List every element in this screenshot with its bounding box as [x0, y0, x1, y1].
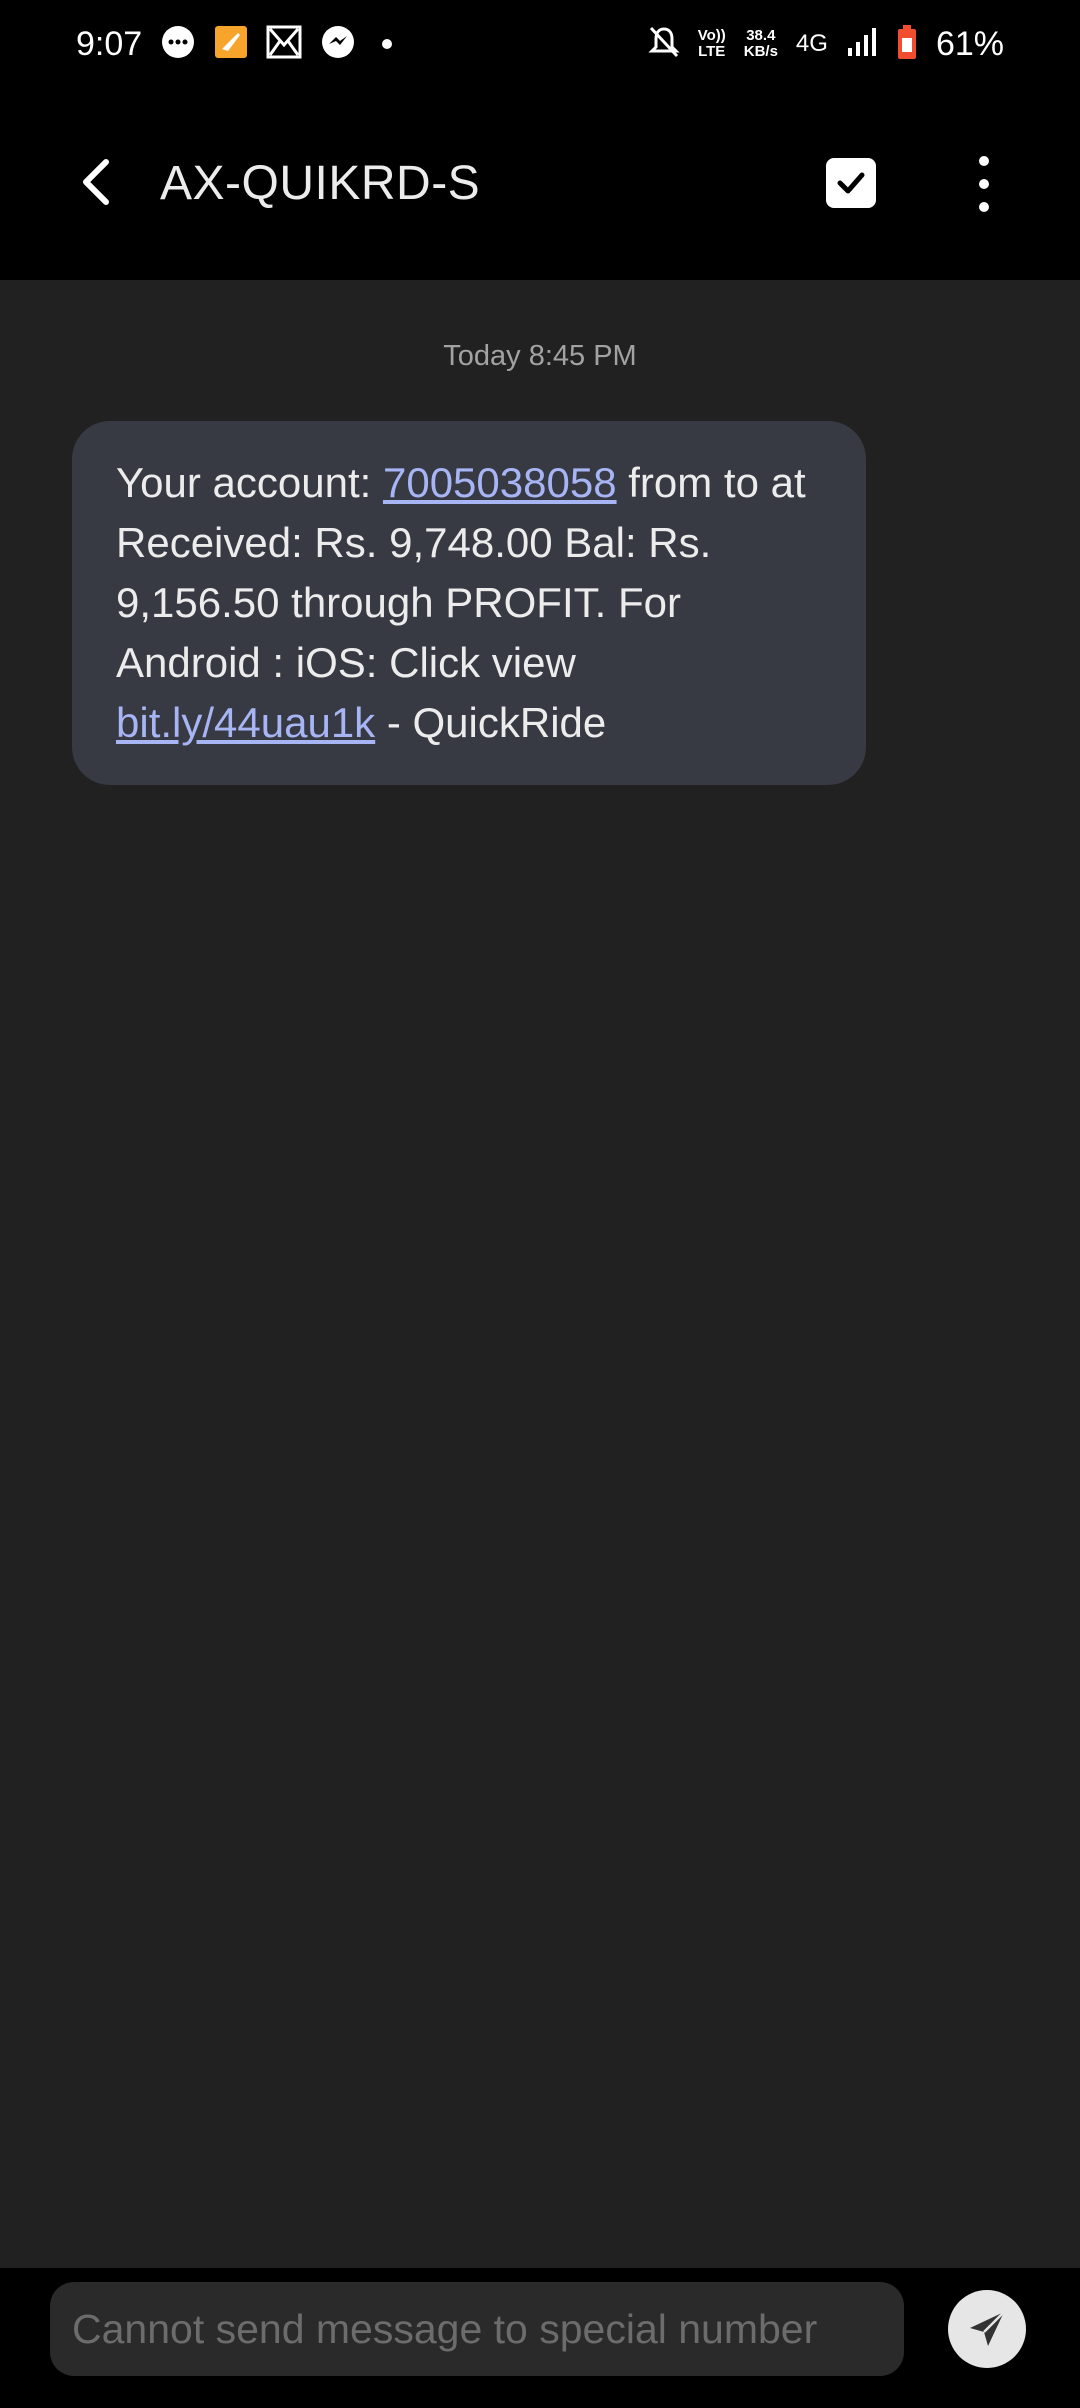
dot-icon	[979, 179, 989, 189]
status-time: 9:07	[76, 24, 143, 63]
status-right: Vo)) LTE 38.4 KB/s 4G 61%	[648, 24, 1004, 65]
url-link[interactable]: bit.ly/44uau1k	[116, 699, 375, 746]
status-bar: 9:07 Vo)) LTE 38.4 KB/s 4G 61%	[0, 0, 1080, 88]
battery-icon	[896, 24, 918, 65]
composer-bar: Cannot send message to special number	[0, 2268, 1080, 2408]
message-text-part: - QuickRide	[375, 699, 607, 746]
back-arrow-icon	[83, 159, 109, 205]
phone-number-link[interactable]: 7005038058	[383, 459, 617, 506]
conversation-title: AX-QUIKRD-S	[160, 157, 481, 210]
back-button[interactable]	[70, 152, 126, 212]
mute-icon	[648, 25, 680, 64]
status-left: 9:07	[76, 24, 393, 65]
more-notifications-dot	[382, 39, 393, 49]
volte-indicator: Vo)) LTE	[697, 27, 726, 60]
dot-icon	[979, 202, 989, 212]
more-options-button[interactable]	[970, 156, 998, 212]
checkmark-icon	[837, 172, 865, 194]
app-notification-icon	[214, 25, 248, 64]
message-input[interactable]: Cannot send message to special number	[50, 2282, 904, 2376]
message-bubble[interactable]: Your account: 7005038058 from to at Rece…	[72, 421, 866, 785]
message-icon	[160, 24, 196, 65]
network-speed: 38.4 KB/s	[743, 27, 778, 60]
messenger-icon	[320, 24, 356, 65]
gmail-like-icon	[266, 25, 302, 64]
dot-icon	[979, 156, 989, 166]
signal-icon	[846, 26, 878, 63]
battery-percent: 61%	[935, 24, 1004, 63]
message-text-part: Your account:	[116, 459, 383, 506]
select-button[interactable]	[826, 158, 876, 208]
network-type: 4G	[795, 30, 828, 57]
send-button[interactable]	[948, 2290, 1026, 2368]
app-bar: AX-QUIKRD-S	[0, 88, 1080, 280]
message-timestamp: Today 8:45 PM	[443, 340, 637, 372]
send-icon	[970, 2311, 1005, 2346]
